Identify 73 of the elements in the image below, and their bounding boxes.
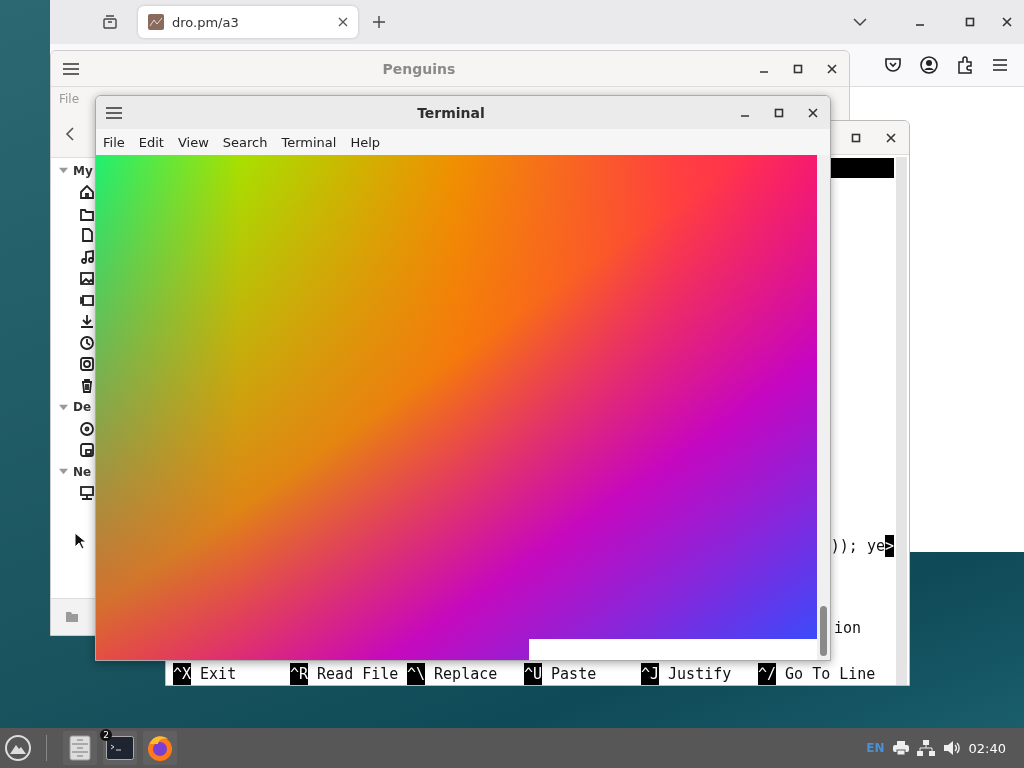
close-icon[interactable] bbox=[808, 107, 818, 118]
close-icon[interactable] bbox=[338, 17, 348, 27]
network-icon[interactable] bbox=[916, 740, 935, 756]
shortcut-key: ^X bbox=[173, 663, 192, 685]
close-icon[interactable] bbox=[886, 132, 896, 143]
scrollbar-thumb[interactable] bbox=[820, 606, 827, 656]
mouse-pointer-icon bbox=[74, 532, 86, 550]
maximize-icon[interactable] bbox=[793, 63, 803, 74]
shortcut-key: ^R bbox=[290, 663, 309, 685]
drive-icon[interactable] bbox=[79, 442, 95, 459]
shortcut-label: Paste bbox=[551, 664, 597, 685]
expander-triangle-icon[interactable] bbox=[59, 166, 68, 176]
maximize-icon[interactable] bbox=[965, 17, 975, 27]
home-icon[interactable] bbox=[79, 184, 95, 201]
menu-icon[interactable] bbox=[992, 59, 1008, 71]
menu-item[interactable]: Help bbox=[350, 134, 381, 150]
shortcut-label: Go To Line bbox=[785, 664, 876, 685]
shortcut-key: ^U bbox=[524, 663, 543, 685]
computer-icon[interactable] bbox=[79, 485, 95, 502]
menu-item[interactable]: Edit bbox=[138, 134, 164, 150]
tab-title: dro.pm/a3 bbox=[172, 14, 240, 30]
window-title: Terminal bbox=[416, 104, 486, 121]
new-tab-icon[interactable] bbox=[372, 15, 386, 29]
shortcut-key: ^\ bbox=[407, 663, 426, 685]
code-text: ion bbox=[834, 618, 862, 639]
expander-triangle-icon[interactable] bbox=[59, 402, 68, 412]
chevron-down-icon[interactable] bbox=[853, 17, 867, 27]
shortcut-label: Read File bbox=[317, 664, 399, 685]
sidebar-heading[interactable]: Ne bbox=[73, 464, 92, 479]
disc-icon[interactable] bbox=[79, 420, 95, 437]
expander-triangle-icon[interactable] bbox=[59, 467, 68, 477]
close-icon[interactable] bbox=[1002, 17, 1012, 27]
printer-icon[interactable] bbox=[892, 741, 909, 755]
pocket-icon[interactable] bbox=[884, 57, 902, 73]
window-count-badge: 2 bbox=[100, 729, 112, 741]
camera-icon[interactable] bbox=[79, 356, 95, 373]
volume-icon[interactable] bbox=[942, 740, 961, 756]
menu-icon[interactable] bbox=[106, 106, 122, 119]
shortcut-key: ^/ bbox=[758, 663, 777, 685]
cursor-marker: > bbox=[884, 535, 894, 557]
file-cabinet-icon[interactable] bbox=[69, 735, 91, 761]
shortcut-key: ^J bbox=[641, 663, 660, 685]
start-menu-icon[interactable] bbox=[4, 734, 32, 762]
menu-icon[interactable] bbox=[63, 62, 79, 75]
close-icon[interactable] bbox=[827, 63, 837, 74]
shortcut-label: Exit bbox=[200, 664, 237, 685]
music-icon[interactable] bbox=[79, 248, 95, 265]
menu-item[interactable]: File bbox=[103, 134, 125, 150]
shortcut-label: Justify bbox=[668, 664, 732, 685]
document-icon[interactable] bbox=[79, 227, 95, 244]
clock[interactable]: 02:40 bbox=[968, 740, 1006, 756]
favicon-icon bbox=[148, 14, 164, 30]
puzzle-icon[interactable] bbox=[956, 56, 974, 74]
code-text: )); ye bbox=[830, 536, 885, 557]
tab-list-icon[interactable] bbox=[102, 14, 118, 30]
image-icon[interactable] bbox=[79, 270, 95, 287]
maximize-icon[interactable] bbox=[851, 132, 861, 143]
shortcut-label: Replace bbox=[434, 664, 498, 685]
clock-icon[interactable] bbox=[79, 334, 95, 351]
download-icon[interactable] bbox=[79, 313, 95, 330]
trash-icon[interactable] bbox=[79, 377, 95, 394]
terminal-icon[interactable] bbox=[106, 736, 134, 760]
sidebar-heading[interactable]: My bbox=[73, 163, 93, 178]
window-title: Penguins bbox=[381, 60, 457, 77]
scrollbar[interactable] bbox=[896, 157, 907, 685]
account-icon[interactable] bbox=[920, 56, 938, 74]
menu-item[interactable]: Search bbox=[222, 134, 268, 150]
maximize-icon[interactable] bbox=[774, 107, 784, 118]
sidebar-heading[interactable]: De bbox=[73, 400, 92, 415]
menu-item[interactable]: Terminal bbox=[281, 134, 337, 150]
firefox-icon[interactable] bbox=[146, 734, 174, 762]
browser-tab[interactable]: dro.pm/a3 bbox=[138, 6, 358, 38]
menu-item[interactable]: View bbox=[177, 134, 209, 150]
